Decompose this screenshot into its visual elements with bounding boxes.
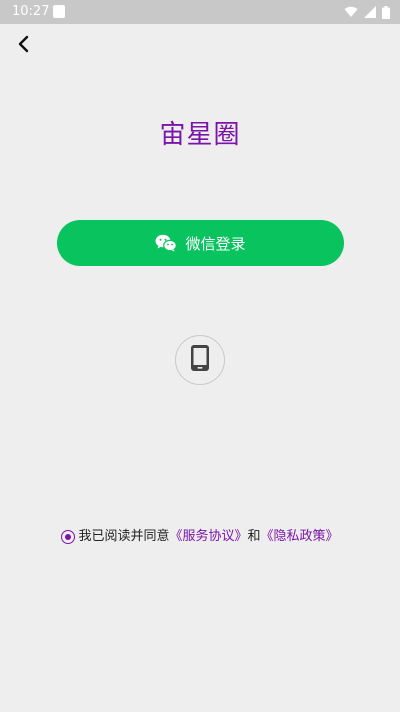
battery-icon bbox=[382, 5, 390, 19]
wifi-icon bbox=[344, 6, 358, 18]
signal-icon bbox=[364, 6, 376, 18]
app-title: 宙星圈 bbox=[159, 120, 241, 150]
status-bar: 10:27 bbox=[0, 0, 400, 24]
back-button[interactable] bbox=[10, 32, 38, 60]
app-notification-icon bbox=[53, 5, 65, 18]
agreement-conjunction: 和 bbox=[247, 529, 261, 544]
wechat-login-label: 微信登录 bbox=[185, 234, 246, 253]
status-icons bbox=[344, 4, 390, 20]
wechat-login-button[interactable]: 微信登录 bbox=[57, 220, 344, 266]
phone-icon bbox=[190, 344, 210, 376]
agree-radio[interactable] bbox=[61, 530, 76, 544]
privacy-policy-link[interactable]: 《隐私政策》 bbox=[261, 528, 339, 546]
phone-login-button[interactable] bbox=[175, 335, 225, 385]
agree-radio-dot bbox=[65, 534, 72, 540]
service-agreement-link[interactable]: 《服务协议》 bbox=[169, 528, 247, 546]
agreement-prefix: 我已阅读并同意 bbox=[78, 529, 170, 544]
wechat-icon bbox=[155, 234, 178, 252]
chevron-left-icon bbox=[17, 35, 31, 57]
status-time: 10:27 bbox=[12, 4, 50, 19]
agreement-row: 我已阅读并同意 《服务协议》 和 《隐私政策》 bbox=[0, 528, 400, 546]
